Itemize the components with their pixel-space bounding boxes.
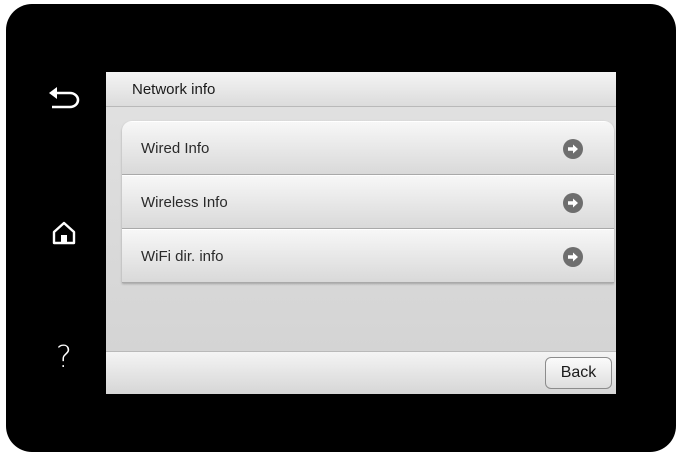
arrow-right-circle-icon <box>563 193 583 213</box>
back-button[interactable]: Back <box>545 357 612 389</box>
back-icon <box>49 87 80 109</box>
screen: Network info Wired Info Wireless Info Wi… <box>106 72 616 394</box>
arrow-right-circle-icon <box>563 139 583 159</box>
menu-item-wifi-direct-info[interactable]: WiFi dir. info <box>122 229 614 283</box>
title-bar: Network info <box>106 72 616 107</box>
device-bezel: ? Network info Wired Info Wireless Info <box>6 4 676 452</box>
help-button[interactable]: ? <box>42 336 86 380</box>
footer-bar: Back <box>106 351 616 394</box>
menu-item-wired-info[interactable]: Wired Info <box>122 121 614 175</box>
back-nav-button[interactable] <box>42 78 86 122</box>
menu-item-label: WiFi dir. info <box>141 248 224 265</box>
home-button[interactable] <box>42 211 86 255</box>
home-icon <box>52 221 76 245</box>
menu-item-wireless-info[interactable]: Wireless Info <box>122 175 614 229</box>
menu-item-label: Wireless Info <box>141 194 228 211</box>
menu-item-label: Wired Info <box>141 140 210 157</box>
menu-list: Wired Info Wireless Info WiFi dir. info <box>122 121 614 283</box>
arrow-right-circle-icon <box>563 247 583 267</box>
page-title: Network info <box>132 81 216 98</box>
help-icon: ? <box>56 340 72 375</box>
